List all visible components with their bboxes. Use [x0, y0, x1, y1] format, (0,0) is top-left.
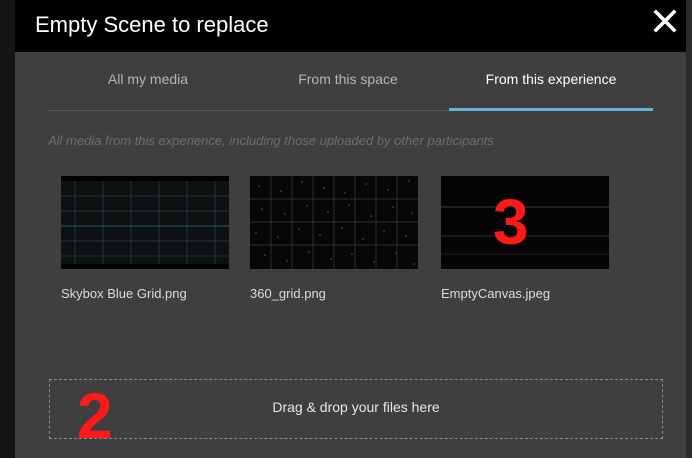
- screen: Empty Scene to replace All my media From…: [0, 0, 692, 458]
- annotation-marker-2: 2: [77, 380, 113, 452]
- tab-from-this-space[interactable]: From this space: [248, 52, 448, 110]
- annotation-marker-3: 3: [493, 186, 529, 258]
- modal-header: Empty Scene to replace: [15, 0, 686, 52]
- tab-bar: All my media From this space From this e…: [48, 52, 653, 111]
- media-item-skybox-blue-grid[interactable]: Skybox Blue Grid.png: [61, 176, 229, 301]
- tab-all-my-media[interactable]: All my media: [48, 52, 248, 110]
- media-picker-modal: Empty Scene to replace All my media From…: [15, 0, 686, 458]
- dropzone-label: Drag & drop your files here: [272, 399, 440, 415]
- star-grid-thumbnail: [250, 176, 418, 269]
- media-name: 360_grid.png: [250, 286, 326, 301]
- media-item-360-grid[interactable]: 360_grid.png: [250, 176, 418, 301]
- media-hint: All media from this experience, includin…: [48, 133, 494, 148]
- close-button[interactable]: [650, 6, 680, 36]
- close-icon: [653, 9, 677, 33]
- tab-from-this-experience[interactable]: From this experience: [449, 52, 653, 111]
- blue-grid-thumbnail: [61, 176, 229, 269]
- background-edge: [686, 0, 692, 458]
- file-dropzone[interactable]: Drag & drop your files here: [49, 379, 663, 439]
- media-name: EmptyCanvas.jpeg: [441, 286, 551, 301]
- modal-title: Empty Scene to replace: [35, 12, 269, 37]
- media-name: Skybox Blue Grid.png: [61, 286, 187, 301]
